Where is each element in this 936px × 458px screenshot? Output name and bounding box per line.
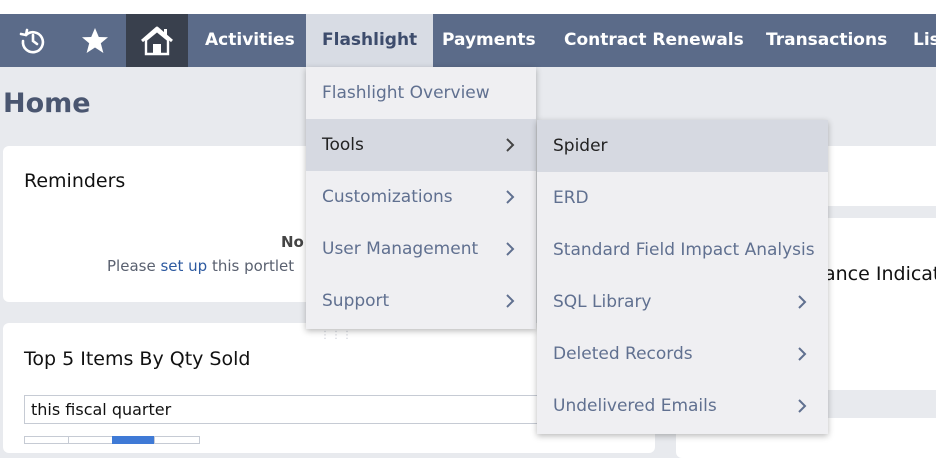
chevron-right-icon [506, 294, 515, 308]
menu-item-user-management[interactable]: User Management [306, 223, 536, 275]
nav-payments[interactable]: Payments [442, 14, 536, 67]
menu-item-undelivered-emails[interactable]: Undelivered Emails [537, 380, 828, 432]
flashlight-menu: Flashlight Overview Tools Customizations… [306, 67, 536, 329]
menu-item-flashlight-overview[interactable]: Flashlight Overview [306, 67, 536, 119]
kpi-card-title: ance Indicat [824, 263, 936, 285]
setup-suffix: this portlet [207, 257, 295, 275]
menu-item-sql-library[interactable]: SQL Library [537, 276, 828, 328]
menu-item-label: Standard Field Impact Analysis [553, 240, 815, 260]
nav-transactions[interactable]: Transactions [766, 14, 887, 67]
reminders-setup-text: Please set up this portlet [107, 257, 294, 275]
menu-item-erd[interactable]: ERD [537, 172, 828, 224]
chevron-right-icon [506, 242, 515, 256]
menu-item-label: Flashlight Overview [322, 83, 490, 103]
chevron-right-icon [798, 347, 807, 361]
nav-lists[interactable]: Lis [913, 14, 936, 67]
tools-submenu: Spider ERD Standard Field Impact Analysi… [537, 120, 828, 434]
menu-item-spider[interactable]: Spider [537, 120, 828, 172]
chevron-right-icon [506, 138, 515, 152]
chevron-right-icon [798, 399, 807, 413]
chevron-right-icon [798, 295, 807, 309]
menu-item-label: Support [322, 291, 390, 311]
setup-prefix: Please [107, 257, 161, 275]
chart-type-button-active[interactable] [112, 436, 156, 444]
menu-item-label: Deleted Records [553, 344, 693, 364]
reminders-empty-text: No [281, 233, 304, 251]
menu-item-label: SQL Library [553, 292, 652, 312]
chart-type-button[interactable] [24, 436, 70, 444]
chevron-right-icon [506, 190, 515, 204]
menu-item-customizations[interactable]: Customizations [306, 171, 536, 223]
home-icon[interactable] [126, 14, 188, 67]
favorites-star-icon[interactable] [64, 14, 126, 67]
nav-activities[interactable]: Activities [205, 14, 295, 67]
menu-item-label: User Management [322, 239, 479, 259]
menu-item-tools[interactable]: Tools [306, 119, 536, 171]
recent-records-icon[interactable] [2, 14, 64, 67]
menu-item-label: ERD [553, 188, 589, 208]
set-up-link[interactable]: set up [160, 257, 207, 275]
nav-contract-renewals[interactable]: Contract Renewals [564, 14, 744, 67]
menu-item-support[interactable]: Support [306, 275, 536, 327]
menu-item-standard-field-impact-analysis[interactable]: Standard Field Impact Analysis [537, 224, 828, 276]
reminders-card: Reminders No Please set up this portlet [3, 146, 333, 302]
menu-item-label: Undelivered Emails [553, 396, 717, 416]
reminders-title: Reminders [24, 170, 126, 192]
menu-item-deleted-records[interactable]: Deleted Records [537, 328, 828, 380]
chart-type-button[interactable] [154, 436, 200, 444]
nav-flashlight[interactable]: Flashlight [306, 14, 434, 67]
main-navbar: Activities Flashlight Payments Contract … [0, 14, 936, 67]
top5-title: Top 5 Items By Qty Sold [24, 348, 251, 370]
top-strip [0, 0, 936, 14]
drag-handle-icon[interactable]: ⋮⋮⋮ [320, 330, 353, 341]
page-title: Home [3, 88, 91, 119]
menu-item-label: Tools [322, 135, 364, 155]
menu-item-label: Spider [553, 136, 608, 156]
period-select[interactable]: this fiscal quarter [24, 395, 544, 424]
chart-type-button[interactable] [68, 436, 114, 444]
menu-item-label: Customizations [322, 187, 453, 207]
